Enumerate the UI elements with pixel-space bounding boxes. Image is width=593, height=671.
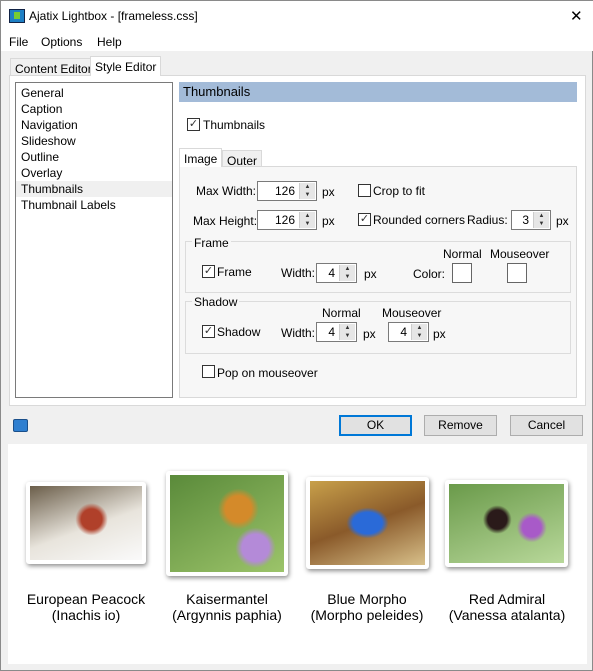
caption-latin: (Vanessa atalanta) xyxy=(448,607,566,623)
caption-latin: (Inachis io) xyxy=(51,607,121,623)
frame-width-value: 4 xyxy=(328,266,335,280)
tab-image[interactable]: Image xyxy=(179,148,223,167)
max-height-value: 126 xyxy=(274,213,295,227)
list-item[interactable]: Thumbnail Labels xyxy=(16,197,172,213)
radius-label: Radius: xyxy=(467,213,508,227)
thumbnails-checkbox[interactable]: ✓ xyxy=(187,118,200,131)
px-unit: px xyxy=(363,327,376,341)
pop-checkbox[interactable] xyxy=(202,365,215,378)
remove-button[interactable]: Remove xyxy=(424,415,497,436)
max-height-stepper[interactable]: 126 ▲ ▼ xyxy=(257,210,317,230)
frame-checkbox-label: Frame xyxy=(217,265,252,279)
spin-arrows-icon[interactable]: ▲ ▼ xyxy=(411,324,427,340)
spin-arrows-icon[interactable]: ▲ ▼ xyxy=(533,212,549,228)
max-width-value: 126 xyxy=(274,184,295,198)
pop-label: Pop on mouseover xyxy=(217,366,318,380)
list-item[interactable]: Caption xyxy=(16,101,172,117)
menu-bar xyxy=(1,32,593,51)
frame-width-stepper[interactable]: 4 ▲ ▼ xyxy=(316,263,357,283)
caption-name: Blue Morpho xyxy=(327,591,407,607)
caption-name: European Peacock xyxy=(26,591,146,607)
px-unit: px xyxy=(556,214,569,228)
spin-arrows-icon[interactable]: ▲ ▼ xyxy=(299,212,315,228)
caption-peacock: European Peacock (Inachis io) xyxy=(6,591,166,623)
frame-checkbox[interactable]: ✓ xyxy=(202,265,215,278)
px-unit: px xyxy=(322,214,335,228)
thumbnail-kaisermantel[interactable] xyxy=(166,471,288,576)
category-list[interactable]: General Caption Navigation Slideshow Out… xyxy=(15,82,173,398)
spin-arrows-icon[interactable]: ▲ ▼ xyxy=(299,183,315,199)
ok-button[interactable]: OK xyxy=(339,415,412,436)
frame-mouseover-label: Mouseover xyxy=(490,247,550,261)
tab-content-editor[interactable]: Content Editor xyxy=(10,58,97,76)
close-icon[interactable]: ✕ xyxy=(570,7,583,25)
shadow-checkbox[interactable]: ✓ xyxy=(202,325,215,338)
frame-mouseover-color-swatch[interactable] xyxy=(507,263,527,283)
thumbnails-label: Thumbnails xyxy=(203,118,266,132)
list-item[interactable]: General xyxy=(16,85,172,101)
crop-checkbox[interactable] xyxy=(358,184,371,197)
frame-normal-color-swatch[interactable] xyxy=(452,263,472,283)
preview-icon[interactable] xyxy=(13,419,28,432)
px-unit: px xyxy=(322,185,335,199)
caption-name: Kaisermantel xyxy=(186,591,268,607)
shadow-normal-label: Normal xyxy=(322,306,361,320)
menu-help[interactable]: Help xyxy=(97,35,122,49)
thumbnail-blue-morpho[interactable] xyxy=(306,477,429,569)
frame-color-label: Color: xyxy=(413,267,446,281)
menu-file[interactable]: File xyxy=(9,35,28,49)
list-item[interactable]: Outline xyxy=(16,149,172,165)
cancel-button[interactable]: Cancel xyxy=(510,415,583,436)
list-item[interactable]: Slideshow xyxy=(16,133,172,149)
max-width-label: Max Width: xyxy=(196,184,257,198)
list-item[interactable]: Overlay xyxy=(16,165,172,181)
caption-kaisermantel: Kaisermantel (Argynnis paphia) xyxy=(147,591,307,623)
caption-blue-morpho: Blue Morpho (Morpho peleides) xyxy=(287,591,447,623)
radius-stepper[interactable]: 3 ▲ ▼ xyxy=(511,210,551,230)
shadow-mouseover-stepper[interactable]: 4 ▲ ▼ xyxy=(388,322,429,342)
app-icon xyxy=(9,9,25,23)
rounded-corners-checkbox[interactable]: ✓ xyxy=(358,213,371,226)
shadow-mouseover-label: Mouseover xyxy=(382,306,442,320)
shadow-legend: Shadow xyxy=(192,295,240,309)
rounded-corners-label: Rounded corners xyxy=(373,213,466,227)
shadow-mouseover-value: 4 xyxy=(400,325,407,339)
list-item[interactable]: Navigation xyxy=(16,117,172,133)
caption-latin: (Argynnis paphia) xyxy=(172,607,282,623)
shadow-width-label: Width: xyxy=(281,326,316,340)
thumbnail-red-admiral[interactable] xyxy=(445,480,568,567)
shadow-checkbox-label: Shadow xyxy=(217,325,261,339)
section-header: Thumbnails xyxy=(179,82,577,102)
spin-arrows-icon[interactable]: ▲ ▼ xyxy=(339,324,355,340)
spin-arrows-icon[interactable]: ▲ ▼ xyxy=(339,265,355,281)
caption-name: Red Admiral xyxy=(468,591,546,607)
px-unit: px xyxy=(433,327,446,341)
px-unit: px xyxy=(364,267,377,281)
frame-normal-label: Normal xyxy=(443,247,482,261)
caption-red-admiral: Red Admiral (Vanessa atalanta) xyxy=(427,591,587,623)
tab-style-editor[interactable]: Style Editor xyxy=(90,56,162,76)
list-item-selected[interactable]: Thumbnails xyxy=(16,181,172,197)
frame-legend: Frame xyxy=(192,236,231,250)
caption-latin: (Morpho peleides) xyxy=(310,607,424,623)
window-title: Ajatix Lightbox - [frameless.css] xyxy=(29,9,198,23)
radius-value: 3 xyxy=(522,213,529,227)
crop-label: Crop to fit xyxy=(373,184,426,198)
tab-outer[interactable]: Outer xyxy=(222,150,263,168)
shadow-normal-stepper[interactable]: 4 ▲ ▼ xyxy=(316,322,357,342)
max-height-label: Max Height: xyxy=(193,214,258,228)
frame-width-label: Width: xyxy=(281,266,316,280)
max-width-stepper[interactable]: 126 ▲ ▼ xyxy=(257,181,317,201)
thumbnail-peacock[interactable] xyxy=(26,482,146,564)
shadow-normal-value: 4 xyxy=(328,325,335,339)
menu-options[interactable]: Options xyxy=(41,35,82,49)
